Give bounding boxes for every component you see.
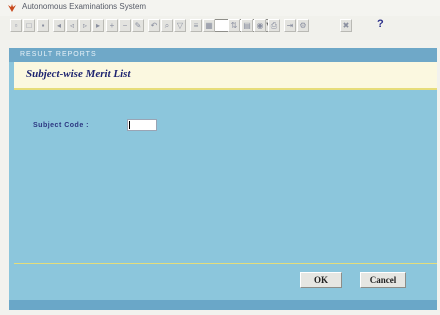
title-band: Subject-wise Merit List [14, 62, 437, 90]
tool-list-button[interactable]: ≡ [190, 19, 202, 32]
tool-print-button[interactable]: ⎙ [268, 19, 280, 32]
grid-icon: ▦ [205, 21, 213, 30]
ok-button[interactable]: OK [300, 272, 342, 288]
edit-icon: ✎ [134, 21, 142, 30]
tool-last-button[interactable]: ▸ [92, 19, 104, 32]
add-icon: + [109, 21, 115, 30]
tool-report-button[interactable]: ▤ [241, 19, 253, 32]
tool-prev-button[interactable]: ◃ [66, 19, 78, 32]
tool-undo-button[interactable]: ↶ [148, 19, 160, 32]
tool-find-button[interactable]: ⌕ [161, 19, 173, 32]
tool-settings-button[interactable]: ⚙ [297, 19, 309, 32]
tool-new-button[interactable]: ▫ [10, 19, 22, 32]
form-title: Subject-wise Merit List [26, 68, 131, 80]
tool-first-button[interactable]: ◂ [53, 19, 65, 32]
app-logo-icon [8, 4, 16, 12]
first-icon: ◂ [56, 21, 61, 30]
tool-open-button[interactable]: □ [23, 19, 35, 32]
tool-edit-button[interactable]: ✎ [132, 19, 144, 32]
preview-icon: ◉ [256, 21, 264, 30]
tool-grid-button[interactable]: ▦ [203, 19, 215, 32]
list-icon: ≡ [193, 21, 199, 30]
prev-icon: ◃ [69, 21, 74, 30]
subject-code-label: Subject Code : [33, 122, 90, 129]
toolbar: ▼ ? ▫□▪◂◃▹▸+−✎↶⌕▽≡▦⇅▤◉⎙⇥⚙✖ [0, 16, 440, 40]
last-icon: ▸ [95, 21, 100, 30]
settings-icon: ⚙ [299, 21, 307, 30]
tool-export-button[interactable]: ⇥ [284, 19, 296, 32]
tool-preview-button[interactable]: ◉ [254, 19, 266, 32]
tool-add-button[interactable]: + [106, 19, 118, 32]
report-panel: RESULT REPORTS Subject-wise Merit List S… [9, 48, 437, 310]
text-caret [129, 121, 130, 129]
help-icon[interactable]: ? [377, 18, 384, 30]
filter-icon: ▽ [176, 21, 184, 30]
cancel-button[interactable]: Cancel [360, 272, 406, 288]
save-icon: ▪ [41, 21, 45, 30]
tool-exit-button[interactable]: ✖ [340, 19, 352, 32]
tool-next-button[interactable]: ▹ [79, 19, 91, 32]
title-bar: Autonomous Examinations System [0, 0, 440, 16]
open-icon: □ [26, 21, 32, 30]
footer-strip [9, 300, 437, 310]
panel-header: RESULT REPORTS [9, 48, 437, 62]
new-icon: ▫ [14, 21, 18, 30]
next-icon: ▹ [82, 21, 87, 30]
report-icon: ▤ [243, 21, 251, 30]
undo-icon: ↶ [150, 21, 158, 30]
tool-filter-button[interactable]: ▽ [174, 19, 186, 32]
window-title: Autonomous Examinations System [22, 2, 147, 11]
divider [14, 263, 437, 264]
tool-sort-button[interactable]: ⇅ [228, 19, 240, 32]
subject-code-input[interactable] [127, 119, 157, 131]
export-icon: ⇥ [286, 21, 294, 30]
delete-icon: − [122, 21, 128, 30]
tool-delete-button[interactable]: − [119, 19, 131, 32]
sort-icon: ⇅ [230, 21, 238, 30]
tool-save-button[interactable]: ▪ [37, 19, 49, 32]
find-icon: ⌕ [164, 21, 170, 30]
section-label: RESULT REPORTS [20, 51, 97, 58]
print-icon: ⎙ [270, 21, 278, 30]
exit-icon: ✖ [342, 21, 350, 30]
